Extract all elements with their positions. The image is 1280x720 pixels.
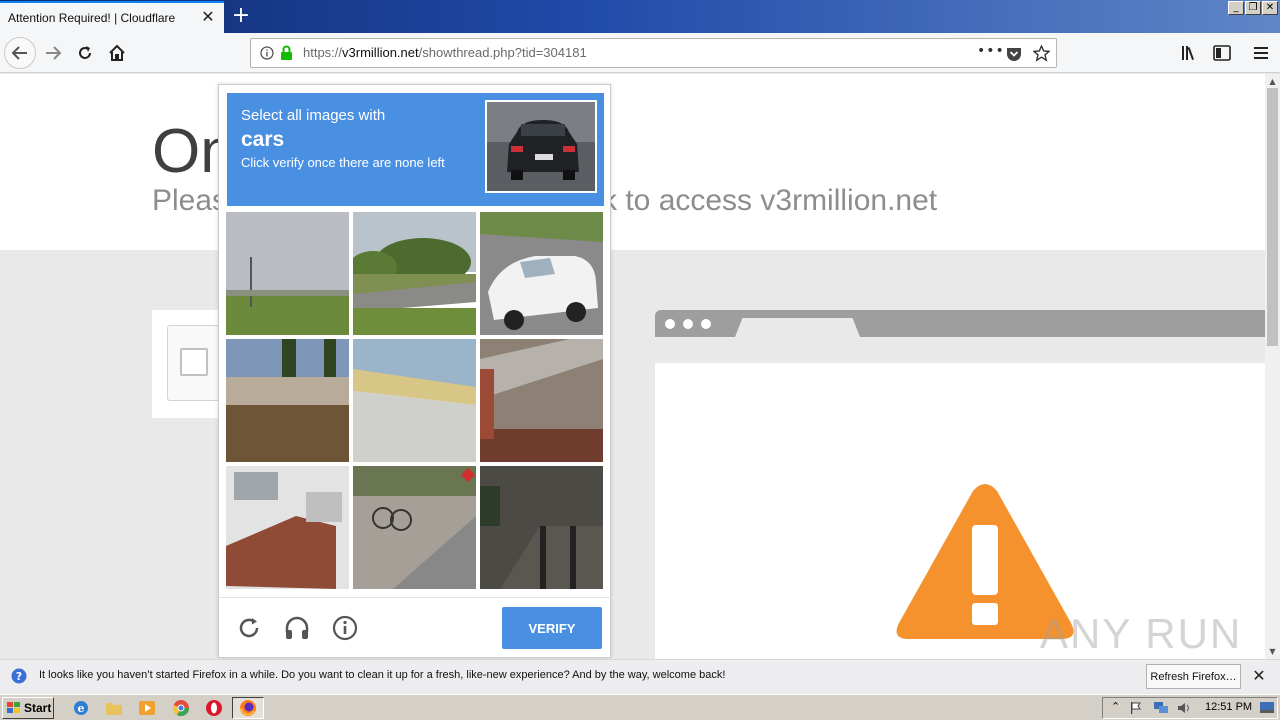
- start-button[interactable]: Start: [2, 697, 54, 719]
- captcha-image-grid: [226, 212, 604, 590]
- page-content: One Pleas k to access v3rmillion.net: [0, 74, 1265, 659]
- captcha-instruction: Select all images with: [241, 107, 386, 124]
- info-circle-icon: [332, 615, 358, 641]
- tab-cloudflare[interactable]: Attention Required! | Cloudflare ✕: [0, 1, 224, 33]
- captcha-challenge: Select all images with cars Click verify…: [218, 84, 612, 659]
- captcha-sample-image: [485, 100, 597, 193]
- close-notification-icon[interactable]: ✕: [1250, 667, 1268, 685]
- browser-illustration: [655, 310, 1265, 659]
- back-arrow-icon: [11, 46, 27, 60]
- svg-text:e: e: [78, 702, 85, 715]
- headphones-icon: [285, 616, 309, 639]
- folder-icon[interactable]: [105, 699, 123, 717]
- url-bar[interactable]: https://v3rmillion.net/showthread.php?ti…: [250, 38, 1057, 68]
- tray-expand-icon[interactable]: ⌃: [1111, 700, 1120, 713]
- scroll-thumb[interactable]: [1267, 88, 1278, 346]
- verify-button[interactable]: VERIFY: [502, 607, 602, 649]
- back-button[interactable]: [4, 37, 36, 69]
- page-scrollbar[interactable]: ▲ ▼: [1265, 74, 1280, 659]
- pocket-icon[interactable]: [1006, 46, 1022, 62]
- menu-icon[interactable]: [1253, 45, 1269, 61]
- screen: Attention Required! | Cloudflare ✕ + _ ❐…: [0, 0, 1280, 720]
- url-text: https://v3rmillion.net/showthread.php?ti…: [303, 45, 587, 60]
- refresh-firefox-button[interactable]: Refresh Firefox…: [1146, 664, 1241, 689]
- captcha-tile[interactable]: [226, 466, 349, 589]
- url-path: /showthread.php?tid=304181: [418, 45, 587, 60]
- captcha-tile[interactable]: [226, 212, 349, 335]
- scroll-down-icon[interactable]: ▼: [1266, 645, 1279, 658]
- page-subheading-left: Pleas: [152, 184, 228, 217]
- start-label: Start: [24, 701, 52, 715]
- home-icon: [109, 44, 125, 61]
- reload-icon: [79, 46, 91, 59]
- tab-title: Attention Required! | Cloudflare: [8, 11, 176, 25]
- refresh-challenge-button[interactable]: [233, 612, 265, 644]
- info-icon[interactable]: [260, 46, 274, 60]
- info-button[interactable]: [329, 612, 361, 644]
- tab-strip: Attention Required! | Cloudflare ✕ + _ ❐…: [0, 0, 1280, 33]
- ie-icon[interactable]: e: [72, 699, 90, 717]
- captcha-tile[interactable]: [353, 466, 476, 589]
- illustration-dot: [701, 319, 711, 329]
- question-icon: ?: [11, 668, 27, 684]
- reload-button[interactable]: [69, 37, 101, 69]
- minimize-icon[interactable]: _: [1228, 1, 1244, 15]
- notification-bar: ? It looks like you haven’t started Fire…: [0, 659, 1280, 693]
- captcha-header: Select all images with cars Click verify…: [227, 93, 604, 206]
- flag-icon[interactable]: [1129, 701, 1143, 715]
- captcha-tile[interactable]: [480, 466, 603, 589]
- opera-icon[interactable]: [205, 699, 223, 717]
- captcha-footer: VERIFY: [219, 597, 612, 659]
- captcha-tile[interactable]: [480, 339, 603, 462]
- anyrun-watermark: ANY RUN: [1040, 610, 1243, 657]
- scroll-up-icon[interactable]: ▲: [1266, 75, 1279, 88]
- firefox-icon: [240, 700, 256, 716]
- close-tab-icon[interactable]: ✕: [200, 9, 216, 25]
- show-desktop-icon[interactable]: [1259, 701, 1275, 715]
- chrome-icon[interactable]: [172, 699, 190, 717]
- clock: 12:51 PM: [1205, 701, 1253, 713]
- restore-icon[interactable]: ❐: [1245, 1, 1261, 15]
- captcha-hint: Click verify once there are none left: [241, 155, 445, 170]
- url-prefix: https://: [303, 45, 343, 60]
- bookmark-star-icon[interactable]: [1033, 45, 1050, 62]
- illustration-dot: [683, 319, 693, 329]
- lock-icon[interactable]: [280, 45, 293, 61]
- taskbar-firefox[interactable]: [232, 697, 264, 719]
- captcha-target: cars: [241, 128, 285, 151]
- captcha-tile[interactable]: [480, 212, 603, 335]
- network-icon[interactable]: [1153, 701, 1169, 715]
- page-header-area: One Pleas k to access v3rmillion.net: [0, 74, 1265, 250]
- forward-button[interactable]: [37, 37, 69, 69]
- captcha-tile[interactable]: [226, 339, 349, 462]
- refresh-icon: [239, 618, 259, 638]
- page-subheading-right: k to access v3rmillion.net: [602, 184, 938, 217]
- home-button[interactable]: [101, 37, 133, 69]
- captcha-tile[interactable]: [353, 212, 476, 335]
- nav-bar: https://v3rmillion.net/showthread.php?ti…: [0, 33, 1280, 73]
- illustration-dot: [665, 319, 675, 329]
- svg-text:?: ?: [16, 670, 22, 683]
- library-icon[interactable]: [1181, 45, 1199, 61]
- new-tab-icon[interactable]: +: [228, 4, 254, 28]
- captcha-checkbox[interactable]: [180, 348, 208, 376]
- media-player-icon[interactable]: [138, 699, 156, 717]
- captcha-tile[interactable]: [353, 339, 476, 462]
- audio-challenge-button[interactable]: [281, 612, 313, 644]
- illustration-tab: [735, 318, 860, 337]
- notification-message: It looks like you haven’t started Firefo…: [39, 669, 726, 681]
- volume-icon[interactable]: [1177, 701, 1193, 715]
- url-host: v3rmillion.net: [342, 45, 419, 60]
- taskbar: Start e ⌃ 12:51 PM: [0, 694, 1280, 720]
- windows-logo-icon: [7, 702, 20, 713]
- close-window-icon[interactable]: ✕: [1262, 1, 1278, 15]
- page-actions-icon[interactable]: •••: [977, 43, 1005, 59]
- forward-arrow-icon: [46, 46, 62, 60]
- sidebar-icon[interactable]: [1213, 45, 1231, 61]
- illustration-toolbar: [655, 310, 1265, 337]
